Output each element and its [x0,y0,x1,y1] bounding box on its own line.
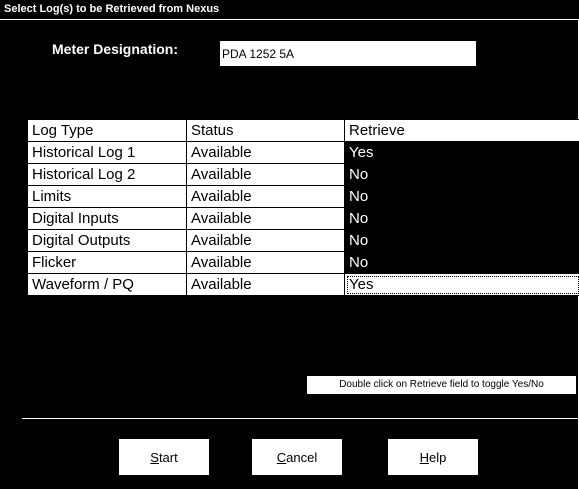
help-mnemonic: H [419,450,430,465]
header-status: Status [186,119,345,142]
log-type-cell: Flicker [27,251,187,274]
toggle-hint: Double click on Retrieve field to toggle… [307,376,576,394]
status-cell: Available [186,251,345,274]
retrieve-cell[interactable]: Yes [344,141,579,164]
start-button[interactable]: Start [118,438,210,476]
title-bar: Select Log(s) to be Retrieved from Nexus [0,0,579,20]
retrieve-cell[interactable]: No [344,163,579,186]
retrieve-cell[interactable]: No [344,251,579,274]
dialog-window: Select Log(s) to be Retrieved from Nexus… [0,0,579,489]
retrieve-cell[interactable]: No [344,207,579,230]
status-cell: Available [186,229,345,252]
log-type-cell: Digital Inputs [27,207,187,230]
table-row: Historical Log 2 Available No [27,163,579,186]
retrieve-cell-selected[interactable]: Yes [344,273,579,296]
cancel-mnemonic: C [276,450,287,465]
table-row: Digital Inputs Available No [27,207,579,230]
table-header-row: Log Type Status Retrieve [27,119,579,142]
help-label: elp [429,450,447,465]
cancel-button[interactable]: Cancel [251,438,343,476]
table-row: Waveform / PQ Available Yes [27,273,579,296]
meter-designation-field[interactable]: PDA 1252 5A [219,40,477,67]
meter-designation-label: Meter Designation: [52,41,179,57]
retrieve-cell[interactable]: No [344,229,579,252]
table-row: Historical Log 1 Available Yes [27,141,579,164]
status-cell: Available [186,185,345,208]
log-type-cell: Historical Log 1 [27,141,187,164]
window-title: Select Log(s) to be Retrieved from Nexus [4,3,220,15]
header-log-type: Log Type [27,119,187,142]
help-button[interactable]: Help [387,438,479,476]
table-row: Limits Available No [27,185,579,208]
log-table: Log Type Status Retrieve Historical Log … [27,119,579,296]
status-cell: Available [186,163,345,186]
log-type-cell: Limits [27,185,187,208]
table-row: Digital Outputs Available No [27,229,579,252]
divider [22,418,578,419]
table-row: Flicker Available No [27,251,579,274]
status-cell: Available [186,273,345,296]
status-cell: Available [186,207,345,230]
status-cell: Available [186,141,345,164]
header-retrieve: Retrieve [344,119,579,142]
cancel-label: ancel [286,450,318,465]
log-type-cell: Digital Outputs [27,229,187,252]
log-type-cell: Waveform / PQ [27,273,187,296]
start-mnemonic: S [150,450,159,465]
log-type-cell: Historical Log 2 [27,163,187,186]
start-label: tart [158,450,178,465]
retrieve-cell[interactable]: No [344,185,579,208]
